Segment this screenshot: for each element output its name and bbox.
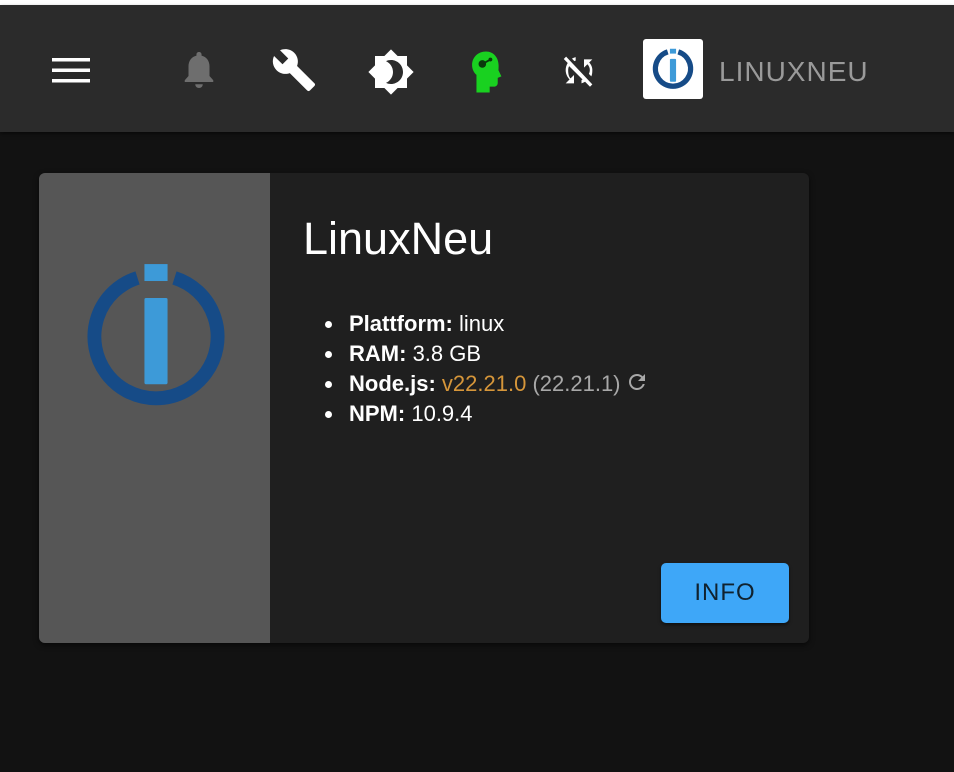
wrench-icon [272, 49, 316, 92]
ram-value: 3.8 GB [412, 341, 482, 366]
host-logo[interactable] [643, 39, 703, 99]
ram-label: RAM: [349, 341, 407, 366]
host-card: LinuxNeu Plattform: linux RAM: 3.8 GB No… [39, 173, 809, 643]
notifications-button[interactable] [176, 47, 222, 93]
nodejs-current-version: v22.21.0 [441, 371, 527, 396]
bell-icon [184, 52, 214, 88]
nodejs-label: Node.js: [349, 371, 436, 396]
theme-toggle-button[interactable] [364, 45, 418, 99]
iobroker-logo-icon [87, 264, 225, 406]
platform-label: Plattform: [349, 311, 453, 336]
expert-mode-button[interactable] [462, 45, 510, 99]
sync-off-icon [563, 56, 593, 87]
iobroker-logo-icon [652, 48, 694, 89]
npm-value: 10.9.4 [411, 401, 473, 426]
sync-button[interactable] [556, 47, 602, 93]
list-item-npm: NPM: 10.9.4 [345, 399, 649, 429]
expert-head-icon [472, 51, 502, 93]
list-item-nodejs: Node.js: v22.21.0 (22.21.1) [345, 369, 649, 399]
brightness-icon [368, 49, 414, 95]
info-button[interactable]: INFO [661, 563, 789, 623]
top-app-bar: LINUXNEU [0, 5, 954, 132]
card-media [39, 173, 270, 643]
nodejs-latest-version: (22.21.1) [532, 371, 621, 396]
host-title: LinuxNeu [303, 213, 494, 264]
host-info-list: Plattform: linux RAM: 3.8 GB Node.js: v2… [345, 309, 649, 429]
hamburger-menu-icon [52, 58, 90, 83]
npm-label: NPM: [349, 401, 406, 426]
list-item-platform: Plattform: linux [345, 309, 649, 339]
list-item-ram: RAM: 3.8 GB [345, 339, 649, 369]
page: LINUXNEU LinuxNeu Plattform: linux RAM: … [0, 0, 954, 772]
settings-button[interactable] [268, 45, 320, 95]
menu-button[interactable] [46, 48, 96, 92]
host-name-label[interactable]: LINUXNEU [719, 55, 869, 89]
refresh-icon[interactable] [625, 370, 649, 394]
platform-value: linux [459, 311, 505, 336]
